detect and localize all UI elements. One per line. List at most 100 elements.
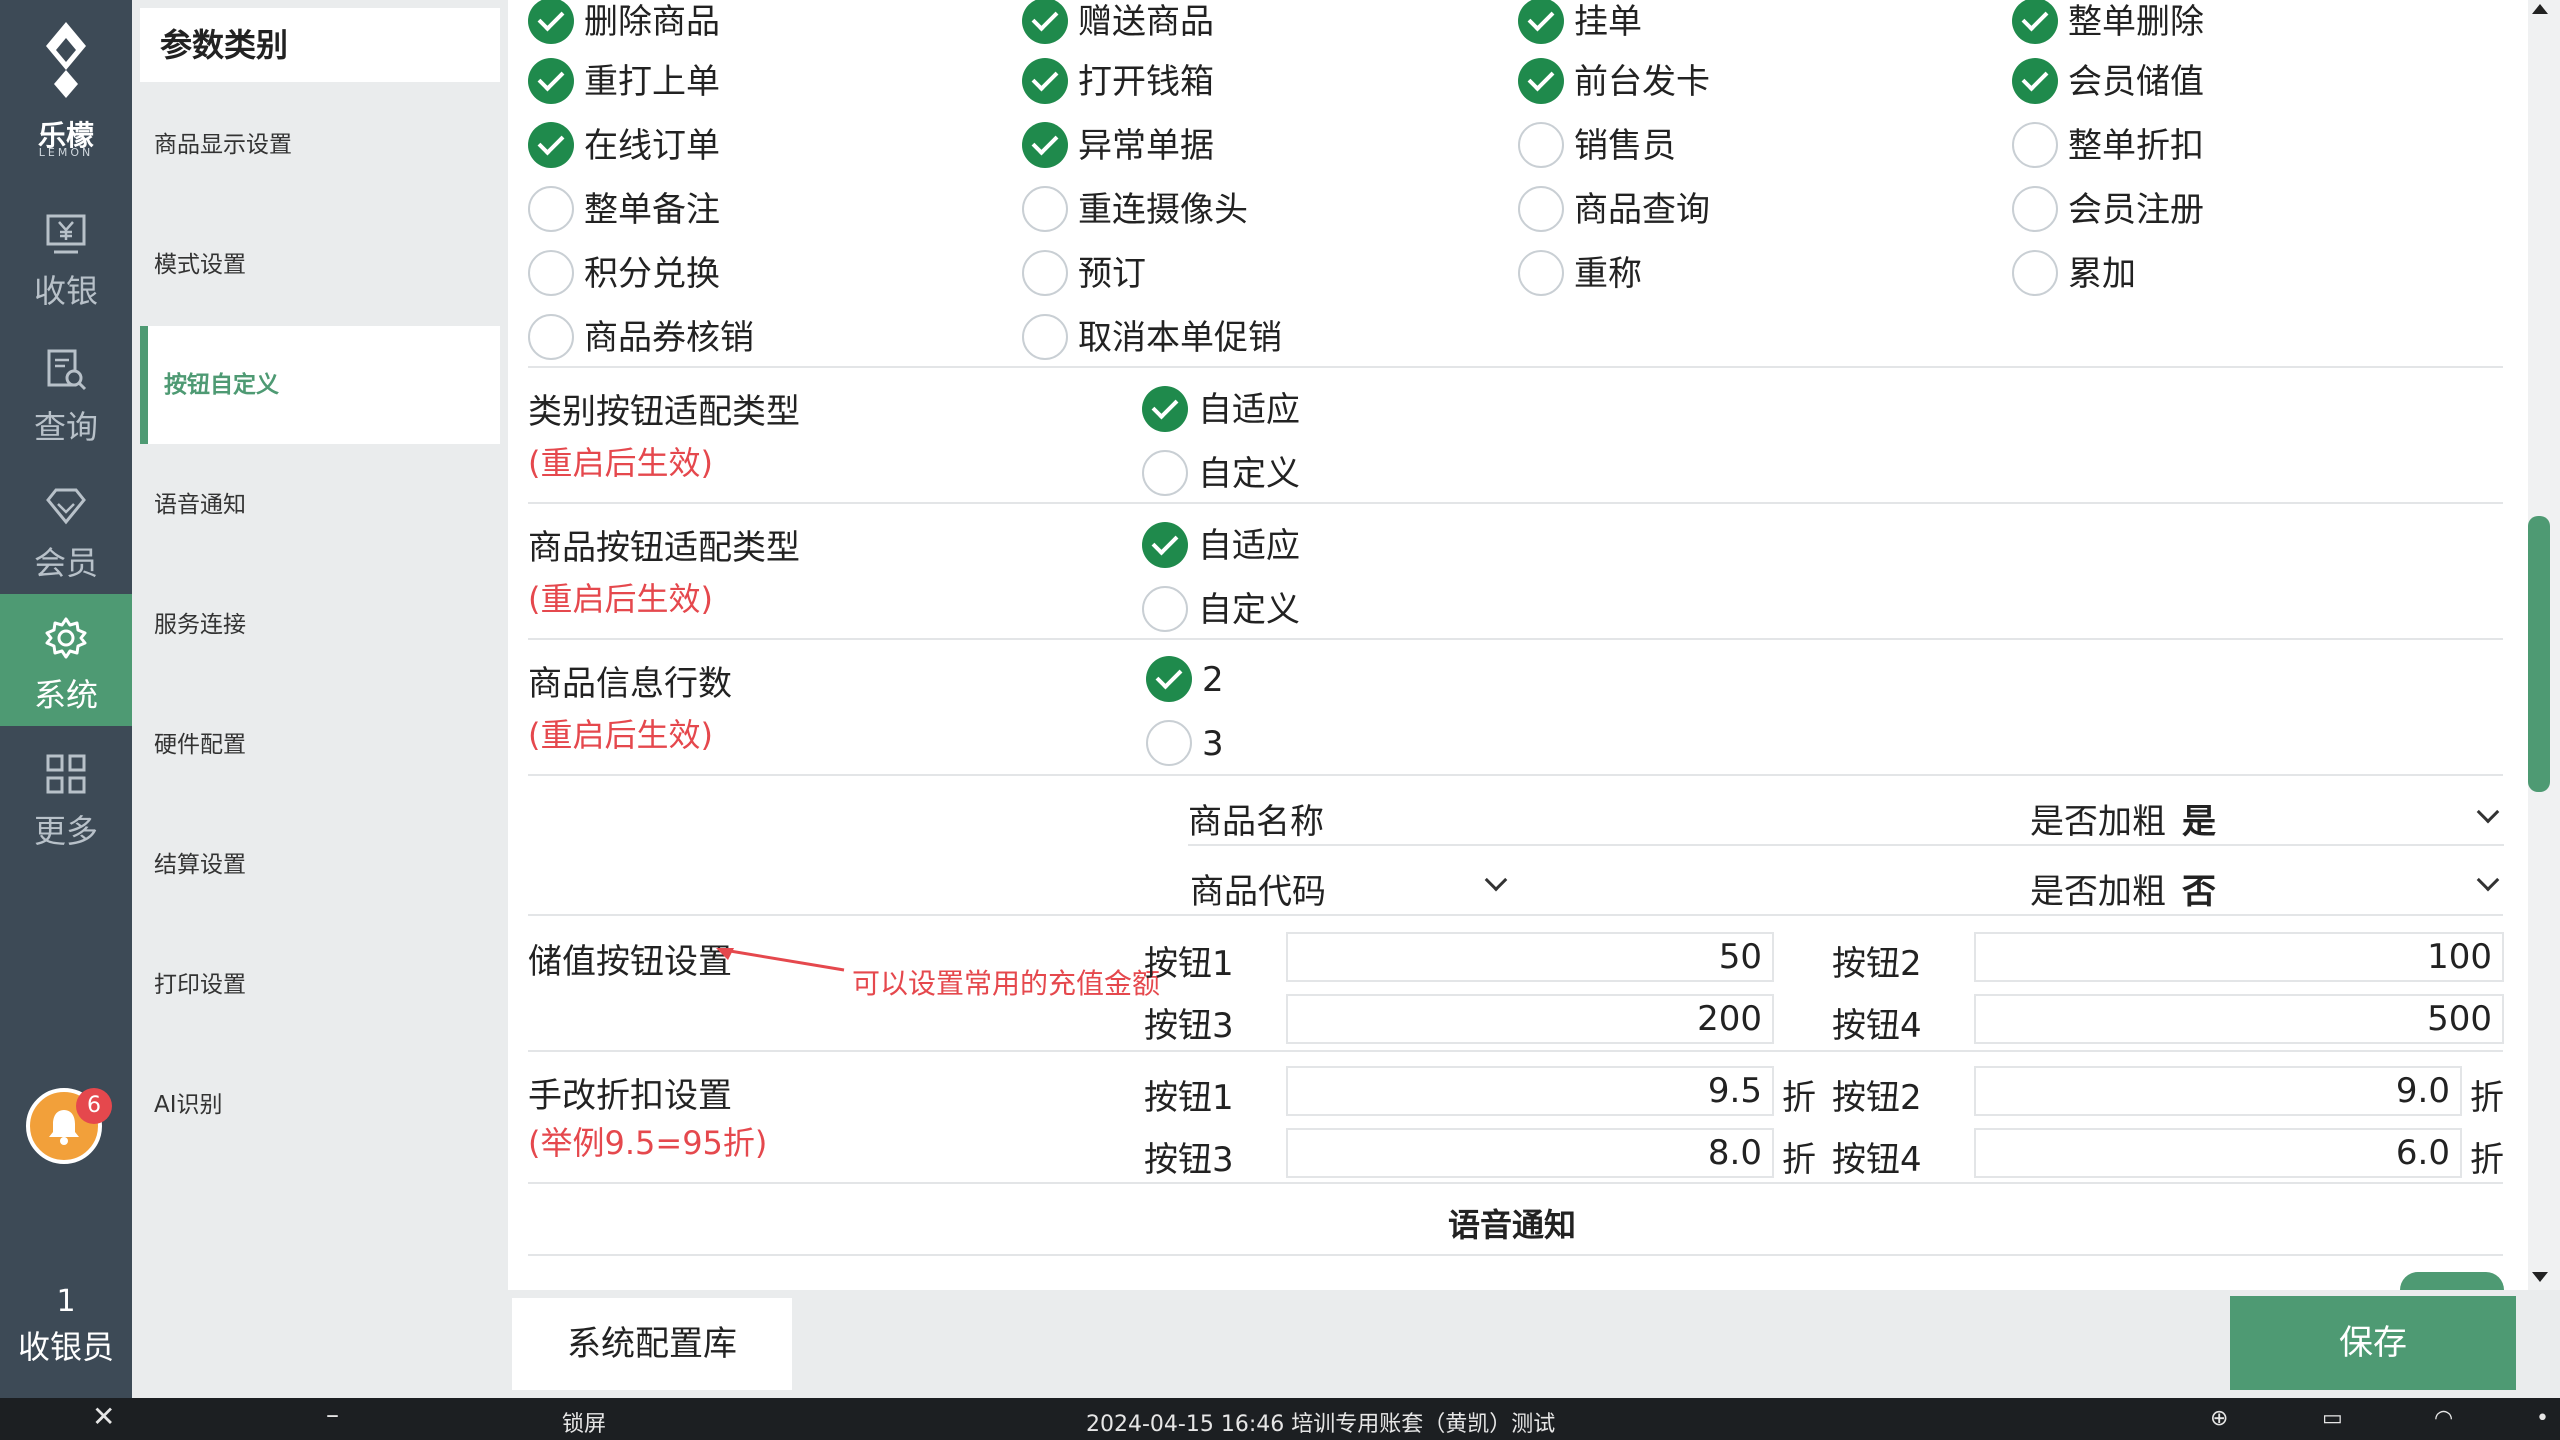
goods-btn-type-adaptive[interactable]: 自适应: [1142, 520, 1300, 572]
radio-unchecked-icon: [1146, 719, 1192, 766]
nav-item-system[interactable]: 系统: [0, 594, 132, 726]
button-option-label: 整单备注: [584, 190, 720, 230]
category-item-service[interactable]: 服务连接: [140, 566, 500, 684]
goods-btn-type-custom[interactable]: 自定义: [1142, 584, 1300, 636]
button-option[interactable]: 整单删除: [2012, 0, 2204, 48]
stored-value-b2-label: 按钮2: [1832, 944, 1922, 984]
button-option-label: 会员储值: [2068, 62, 2204, 102]
goods-info-rows-3[interactable]: 3: [1146, 718, 1224, 770]
category-btn-type-note: (重启后生效): [528, 444, 713, 482]
button-option[interactable]: 会员储值: [2012, 56, 2204, 108]
save-button[interactable]: 保存: [2230, 1296, 2516, 1390]
button-option[interactable]: 会员注册: [2012, 184, 2204, 236]
nav-item-cashier[interactable]: 收银: [0, 190, 132, 322]
button-option[interactable]: 商品券核销: [528, 312, 754, 364]
category-item-voice[interactable]: 语音通知: [140, 446, 500, 564]
checkbox-checked-icon: [1022, 0, 1068, 44]
button-option[interactable]: 整单折扣: [2012, 120, 2204, 172]
scroll-up-icon[interactable]: [2530, 2, 2550, 16]
status-dot-icon: •: [2536, 1406, 2549, 1431]
button-option[interactable]: 重连摄像头: [1022, 184, 1248, 236]
stored-value-b3-input[interactable]: 200: [1286, 994, 1774, 1044]
checkbox-unchecked-icon: [2012, 121, 2058, 168]
button-option[interactable]: 重打上单: [528, 56, 720, 108]
divider: [528, 1182, 2503, 1184]
button-option[interactable]: 商品查询: [1518, 184, 1710, 236]
button-option[interactable]: 累加: [2012, 248, 2136, 300]
lemon-logo-icon: [46, 22, 86, 98]
category-item-hardware[interactable]: 硬件配置: [140, 686, 500, 804]
grid-icon: [46, 754, 86, 794]
button-option-label: 前台发卡: [1574, 62, 1710, 102]
category-item-print[interactable]: 打印设置: [140, 926, 500, 1044]
info-line-2-bold-select[interactable]: 否: [2182, 864, 2216, 913]
checkbox-checked-icon: [528, 0, 574, 44]
button-option[interactable]: 异常单据: [1022, 120, 1214, 172]
nav-item-label: 会员: [33, 544, 98, 582]
discount-b3-input[interactable]: 8.0: [1286, 1128, 1774, 1178]
category-item-buttons[interactable]: 按钮自定义: [140, 326, 500, 444]
checkbox-checked-icon: [1518, 57, 1564, 104]
stored-value-b1-label: 按钮1: [1144, 944, 1234, 984]
nav-item-label: 收银: [33, 272, 98, 310]
button-option[interactable]: 取消本单促销: [1022, 312, 1282, 364]
taskbar: ✕ – 锁屏 2024-04-15 16:46 培训专用账套（黄凯）测试 ⊕ ▭…: [0, 1398, 2560, 1440]
button-option[interactable]: 整单备注: [528, 184, 720, 236]
button-option[interactable]: 销售员: [1518, 120, 1676, 172]
diamond-icon: [46, 488, 86, 525]
button-option[interactable]: 在线订单: [528, 120, 720, 172]
gear-icon: [45, 617, 87, 659]
radio-checked-icon: [1142, 385, 1188, 432]
button-option-label: 重连摄像头: [1078, 190, 1248, 230]
close-icon[interactable]: ✕: [92, 1400, 115, 1433]
discount-b1-input[interactable]: 9.5: [1286, 1066, 1774, 1116]
category-title: 参数类别: [140, 8, 500, 82]
info-line-2-field-select[interactable]: 商品代码: [1190, 864, 1326, 913]
globe-icon[interactable]: ⊕: [2210, 1406, 2228, 1431]
checkbox-checked-icon: [1518, 0, 1564, 44]
goods-info-rows-2[interactable]: 2: [1146, 654, 1224, 706]
button-option-label: 删除商品: [584, 2, 720, 42]
scrollbar-thumb[interactable]: [2528, 516, 2550, 792]
scroll-down-icon[interactable]: [2530, 1270, 2550, 1284]
stored-value-b4-input[interactable]: 500: [1974, 994, 2504, 1044]
monitor-icon[interactable]: ▭: [2322, 1406, 2343, 1431]
category-item-ai[interactable]: AI识别: [140, 1046, 500, 1164]
discount-b2-input[interactable]: 9.0: [1974, 1066, 2462, 1116]
system-config-button[interactable]: 系统配置库: [512, 1298, 792, 1390]
button-option[interactable]: 打开钱箱: [1022, 56, 1214, 108]
button-option[interactable]: 赠送商品: [1022, 0, 1214, 48]
goods-btn-type-note: (重启后生效): [528, 580, 713, 618]
discount-b4-input[interactable]: 6.0: [1974, 1128, 2462, 1178]
info-line-2-bold-label: 是否加粗: [2030, 872, 2166, 912]
info-line-1-bold-select[interactable]: 是: [2182, 794, 2216, 843]
button-option[interactable]: 前台发卡: [1518, 56, 1710, 108]
checkbox-unchecked-icon: [2012, 249, 2058, 296]
wifi-icon[interactable]: ◠: [2434, 1406, 2453, 1431]
button-option[interactable]: 挂单: [1518, 0, 1642, 48]
button-option[interactable]: 重称: [1518, 248, 1642, 300]
button-option-label: 异常单据: [1078, 126, 1214, 166]
voice-toggle[interactable]: [2400, 1272, 2504, 1290]
button-option[interactable]: 删除商品: [528, 0, 720, 48]
category-item-display[interactable]: 商品显示设置: [140, 86, 500, 204]
button-option[interactable]: 积分兑换: [528, 248, 720, 300]
radio-checked-icon: [1142, 521, 1188, 568]
divider: [528, 502, 2503, 504]
divider: [528, 914, 2503, 916]
category-btn-type-adaptive[interactable]: 自适应: [1142, 384, 1300, 436]
nav-item-more[interactable]: 更多: [0, 730, 132, 862]
voice-section-title: 语音通知: [1448, 1206, 1577, 1244]
stored-value-b1-input[interactable]: 50: [1286, 932, 1774, 982]
lock-screen-button[interactable]: 锁屏: [562, 1406, 606, 1438]
category-item-mode[interactable]: 模式设置: [140, 206, 500, 324]
divider: [528, 774, 2503, 776]
nav-item-member[interactable]: 会员: [0, 462, 132, 594]
button-option[interactable]: 预订: [1022, 248, 1146, 300]
stored-value-b2-input[interactable]: 100: [1974, 932, 2504, 982]
nav-item-query[interactable]: 查询: [0, 326, 132, 458]
minimize-icon[interactable]: –: [326, 1400, 339, 1430]
category-item-settlement[interactable]: 结算设置: [140, 806, 500, 924]
category-btn-type-custom[interactable]: 自定义: [1142, 448, 1300, 500]
goods-btn-type-label: 商品按钮适配类型: [528, 528, 800, 568]
